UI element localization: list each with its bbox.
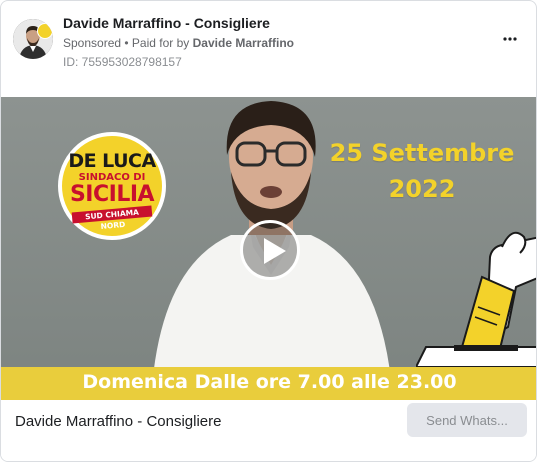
date-banner: Domenica Dalle ore 7.00 alle 23.00 (1, 367, 536, 400)
play-icon (264, 238, 286, 264)
play-button[interactable] (240, 220, 300, 280)
campaign-logo: DE LUCA SINDACO DI SICILIA SUD CHIAMA NO… (58, 132, 166, 240)
logo-line1: DE LUCA (68, 150, 156, 172)
ad-id: ID: 755953028798157 (63, 55, 182, 69)
page-name-link[interactable]: Davide Marraffino - Consigliere (63, 15, 270, 31)
ad-header: Davide Marraffino - Consigliere Sponsore… (1, 1, 536, 97)
banner-text: Domenica Dalle ore 7.00 alle 23.00 (82, 371, 457, 393)
more-options-button[interactable] (500, 29, 520, 49)
sponsored-line: Sponsored • Paid for by Davide Marraffin… (63, 36, 294, 50)
ballot-box-icon (416, 231, 536, 367)
election-date: 25 Settembre 2022 (319, 135, 525, 207)
more-dots-icon (503, 37, 517, 41)
date-line1: 25 Settembre (329, 139, 515, 167)
paid-for-by-label: Paid for by (131, 36, 190, 50)
sponsored-label: Sponsored (63, 36, 122, 50)
footer-title[interactable]: Davide Marraffino - Consigliere (15, 413, 221, 430)
logo-badge-icon (37, 23, 53, 39)
avatar[interactable] (13, 19, 53, 59)
ad-video[interactable]: DE LUCA SINDACO DI SICILIA SUD CHIAMA NO… (1, 97, 536, 400)
logo-line3: SICILIA (69, 182, 155, 207)
ad-footer: Davide Marraffino - Consigliere Send Wha… (1, 400, 536, 461)
separator: • (121, 36, 132, 50)
date-line2: 2022 (388, 175, 456, 203)
ad-card: Davide Marraffino - Consigliere Sponsore… (0, 0, 537, 462)
payer-name: Davide Marraffino (192, 36, 294, 50)
logo-slogan: SUD CHIAMA NORD (71, 205, 153, 231)
send-whatsapp-button[interactable]: Send Whats... (407, 403, 527, 437)
